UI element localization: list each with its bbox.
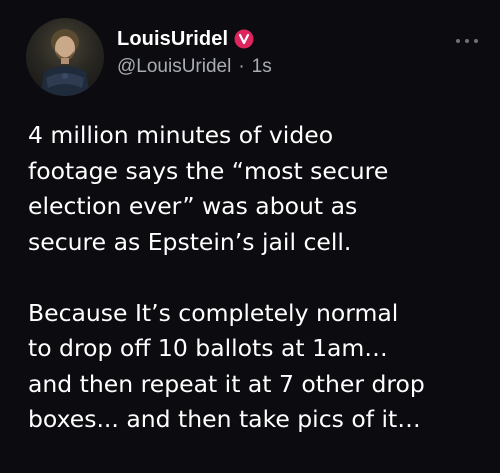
display-name[interactable]: LouisUridel — [117, 28, 228, 51]
more-options-icon[interactable] — [456, 36, 478, 46]
tweet-card: LouisUridel @LouisUridel · 1s 4 million … — [0, 0, 500, 473]
profile-photo — [40, 29, 90, 96]
tweet-line: election ever” was about as — [28, 192, 358, 220]
verified-badge-icon — [234, 29, 254, 49]
tweet-line: boxes... and then take pics of it… — [28, 405, 421, 433]
meta-separator: · — [238, 56, 245, 77]
avatar[interactable] — [26, 18, 104, 96]
tweet-line: footage says the “most secure — [28, 156, 389, 185]
author-name-row: LouisUridel — [117, 26, 254, 52]
tweet-line: 4 million minutes of video — [28, 121, 334, 149]
author-handle[interactable]: @LouisUridel — [117, 56, 231, 78]
tweet-line: Because It’s completely normal — [28, 298, 399, 327]
tweet-line: secure as Epstein’s jail cell. — [28, 227, 352, 256]
tweet-line: to drop off 10 ballots at 1am… — [28, 334, 388, 362]
tweet-timestamp[interactable]: 1s — [252, 56, 272, 78]
tweet-line: and then repeat it at 7 other drop — [28, 369, 425, 398]
tweet-text: 4 million minutes of video footage says … — [28, 118, 493, 438]
tweet-paragraph-2: Because It’s completely normal to drop o… — [28, 296, 493, 438]
tweet-paragraph-1: 4 million minutes of video footage says … — [28, 118, 493, 260]
author-handle-row: @LouisUridel · 1s — [117, 56, 272, 78]
